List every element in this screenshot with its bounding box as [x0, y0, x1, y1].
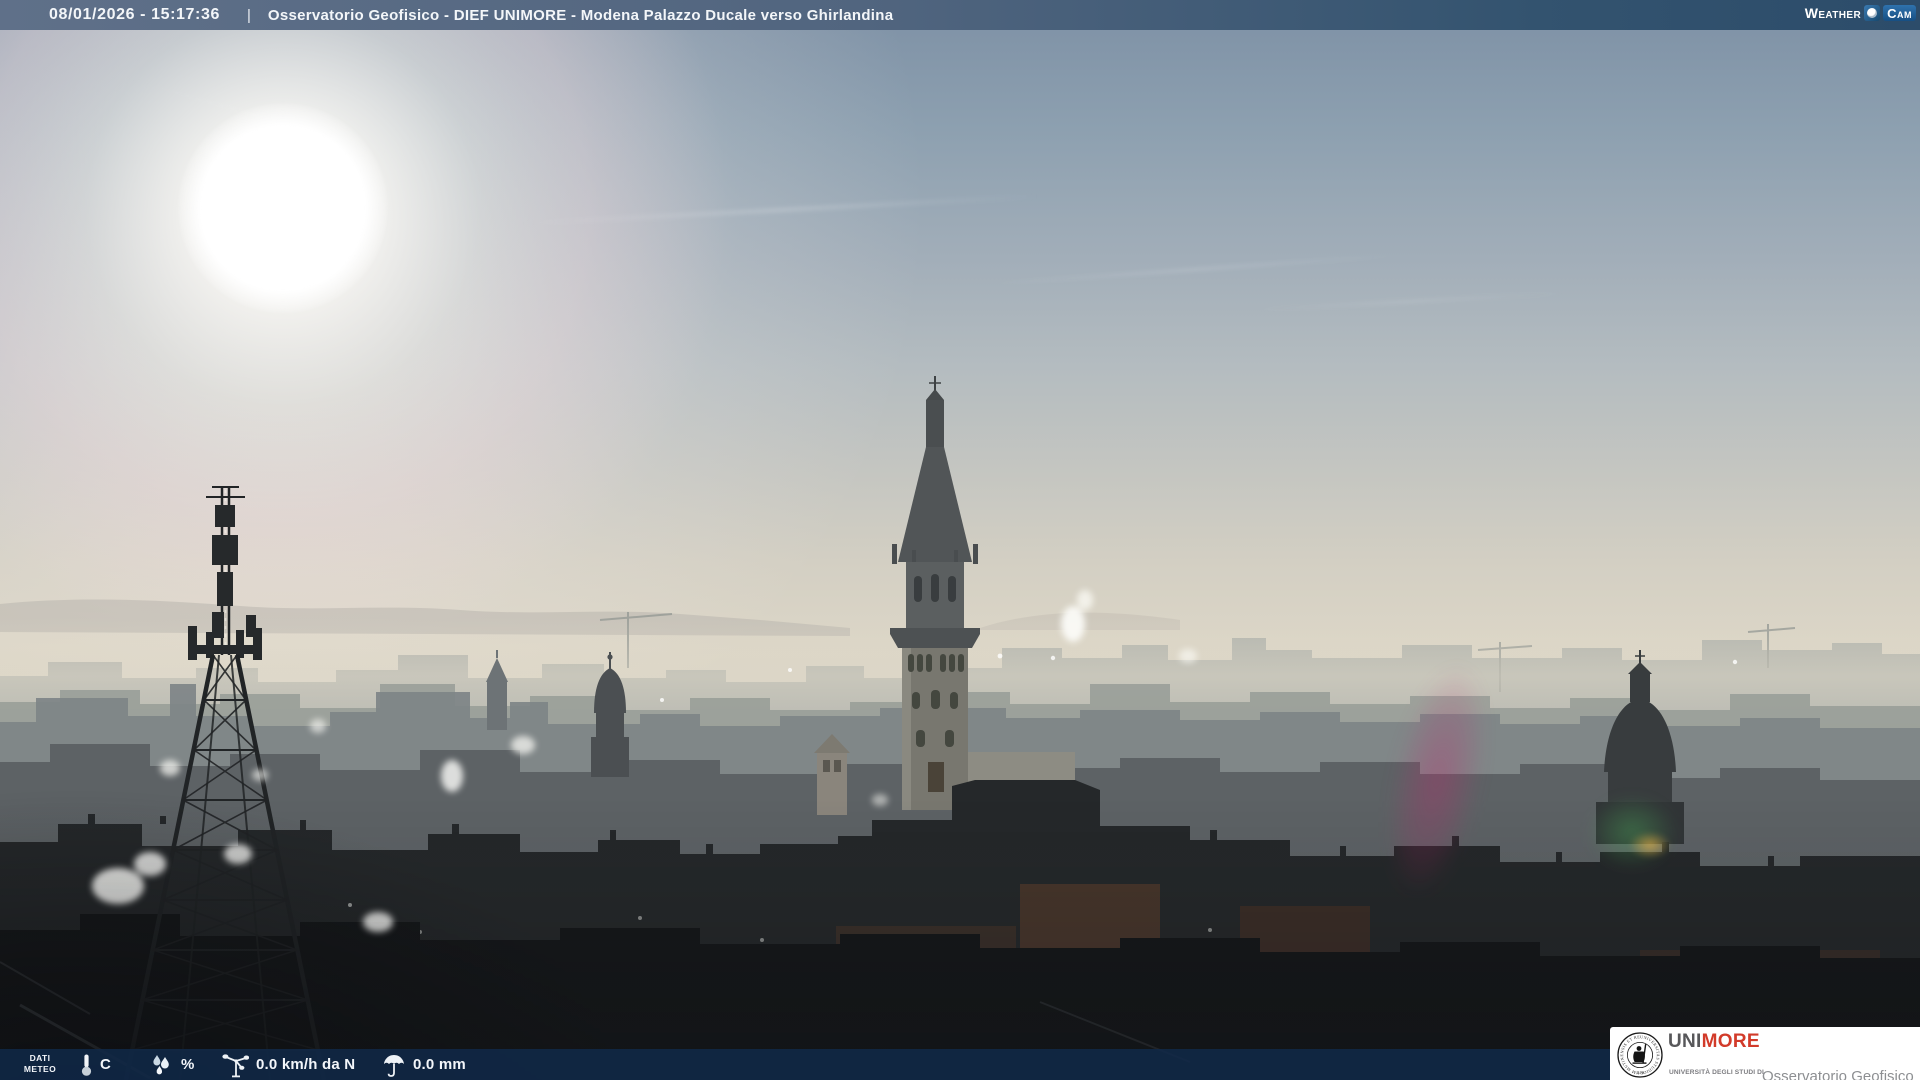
rain-reading: 0.0 mm [382, 1049, 466, 1080]
wind-value: 0.0 km/h da N [256, 1056, 355, 1073]
meteo-label: DATI METEO [18, 1053, 62, 1075]
timestamp: 08/01/2026 - 15:17:36 [49, 6, 220, 24]
temperature-reading: C [80, 1049, 111, 1080]
rain-value: 0.0 mm [413, 1056, 466, 1073]
humidity-value: % [181, 1056, 195, 1073]
unimore-more: MORE [1702, 1031, 1760, 1052]
camera-title: Osservatorio Geofisico - DIEF UNIMORE - … [268, 7, 894, 24]
unimore-logo-box: UNIVERSITAS STUDIORUM MUTINENSIS ET REGI… [1610, 1027, 1920, 1080]
anemometer-icon [222, 1052, 249, 1078]
humidity-drops-icon [150, 1054, 174, 1076]
temperature-value: C [100, 1056, 111, 1073]
camera-lens-icon [1864, 5, 1880, 21]
observatory-name-line1: Osservatorio Geofisico [1762, 1068, 1914, 1080]
unimore-seal-icon: UNIVERSITAS STUDIORUM MUTINENSIS ET REGI… [1616, 1031, 1664, 1079]
webcam-snapshot-page: 08/01/2026 - 15:17:36 | Osservatorio Geo… [0, 0, 1920, 1080]
umbrella-icon [382, 1053, 406, 1077]
observatory-name: Osservatorio Geofisico di Modena [1762, 1033, 1914, 1080]
humidity-reading: % [150, 1049, 195, 1080]
unimore-subtitle-line1: UNIVERSITÀ DEGLI STUDI DI [1669, 1069, 1764, 1077]
unimore-wordmark: UNIMORE [1668, 1031, 1760, 1053]
separator: | [247, 7, 251, 24]
bottom-shade [0, 0, 1920, 1080]
thermometer-icon [80, 1053, 93, 1077]
webcam-photo [0, 0, 1920, 1080]
weathercam-cam: Cam [1883, 5, 1916, 21]
seal-year: 1175 [1636, 1071, 1644, 1075]
unimore-subtitle: UNIVERSITÀ DEGLI STUDI DI MODENA E REGGI… [1669, 1054, 1764, 1080]
meteo-label-line2: METEO [18, 1064, 62, 1075]
weathercam-word: Weather [1805, 5, 1861, 21]
unimore-uni: UNI [1668, 1031, 1702, 1052]
meteo-label-line1: DATI [18, 1053, 62, 1064]
wind-reading: 0.0 km/h da N [222, 1049, 355, 1080]
weathercam-logo: Weather Cam [1805, 5, 1916, 21]
top-info-bar: 08/01/2026 - 15:17:36 | Osservatorio Geo… [0, 0, 1920, 30]
